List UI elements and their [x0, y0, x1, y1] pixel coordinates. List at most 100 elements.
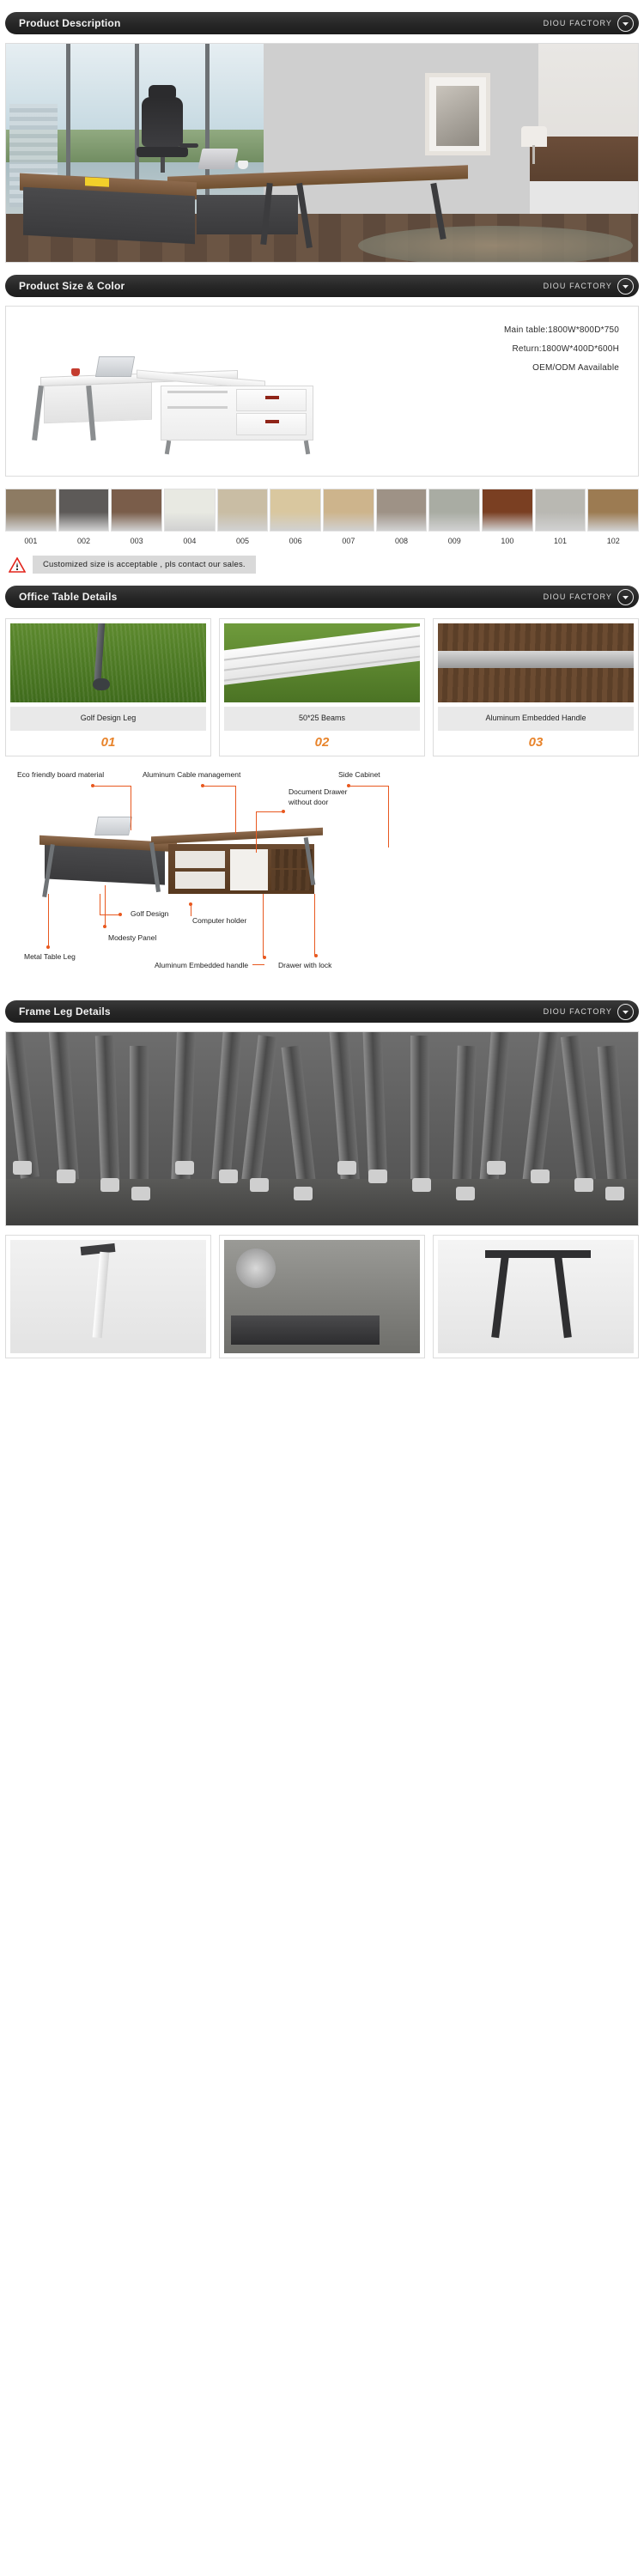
cabinet-foot — [303, 440, 311, 455]
product-detail-page: Product Description DIOU FACTORY Product… — [0, 12, 644, 1358]
chair-armrest — [179, 143, 198, 148]
monitor — [94, 817, 132, 835]
detail-card[interactable]: Aluminum Embedded Handle 03 — [433, 618, 639, 756]
color-code-label: 007 — [342, 537, 355, 545]
detail-card[interactable]: 50*25 Beams 02 — [219, 618, 425, 756]
modesty-panel — [45, 844, 165, 885]
customization-note: Customized size is acceptable , pls cont… — [9, 556, 639, 574]
section-title: Product Size & Color — [19, 280, 125, 292]
color-swatch[interactable] — [216, 489, 269, 532]
callout-line — [235, 786, 236, 834]
leg-foot-clip — [175, 1161, 194, 1175]
aluminum-handle — [438, 651, 634, 668]
detail-card-caption: Golf Design Leg — [10, 707, 206, 731]
callout-line — [105, 885, 106, 927]
color-swatch[interactable] — [111, 489, 163, 532]
frame-leg-card[interactable] — [219, 1235, 425, 1358]
section-title: Product Description — [19, 17, 121, 29]
frame-leg-card[interactable] — [433, 1235, 639, 1358]
leg-foot-clip — [57, 1170, 76, 1183]
factory-process-photo — [224, 1240, 420, 1353]
section-header-product-size-color[interactable]: Product Size & Color DIOU FACTORY — [5, 275, 639, 297]
frame-leg-card[interactable] — [5, 1235, 211, 1358]
drawer-handle — [265, 420, 279, 423]
color-swatch[interactable] — [323, 489, 374, 532]
brand-label: DIOU FACTORY — [543, 282, 612, 290]
color-code-row: 001 002 003 004 005 006 007 008 009 100 101 102 — [5, 537, 639, 545]
modesty-panel-return — [23, 186, 195, 245]
chair-back — [142, 97, 183, 147]
cabinet-shelf — [167, 391, 228, 393]
leg-foot-clip — [219, 1170, 238, 1183]
beams-photo — [224, 623, 420, 702]
leg-bracket — [80, 1242, 116, 1256]
frame-leg-right — [554, 1255, 573, 1339]
modesty-panel — [44, 381, 152, 424]
color-code-label: 004 — [183, 537, 197, 545]
spec-oem: OEM/ODM Aavailable — [532, 363, 619, 373]
label-computer-holder: Computer holder — [192, 916, 247, 925]
frame-leg-card-row — [5, 1235, 639, 1358]
chevron-down-icon[interactable] — [617, 277, 634, 295]
metal-leg-bar — [6, 1032, 39, 1179]
color-swatch[interactable] — [5, 489, 57, 532]
color-swatch[interactable] — [587, 489, 640, 532]
white-desk-illustration — [15, 341, 495, 470]
color-swatch-row — [5, 489, 640, 532]
spec-main-table: Main table:1800W*800D*750 — [504, 325, 619, 335]
leg-foot-clip — [100, 1178, 119, 1192]
color-swatch[interactable] — [534, 489, 586, 532]
color-code-label: 008 — [395, 537, 409, 545]
color-swatch[interactable] — [58, 489, 110, 532]
red-cup — [71, 368, 80, 376]
callout-line — [263, 894, 264, 957]
white-leg-photo — [10, 1240, 206, 1353]
section-header-office-table-details[interactable]: Office Table Details DIOU FACTORY — [5, 586, 639, 608]
callout-line — [314, 894, 315, 956]
color-swatch[interactable] — [164, 489, 216, 532]
label-document-drawer: Document Drawer — [289, 787, 348, 796]
callout-line — [388, 786, 389, 848]
open-shelf — [175, 851, 225, 868]
chevron-down-icon[interactable] — [617, 15, 634, 32]
desk-leg — [32, 385, 44, 441]
drawer-handle — [265, 396, 279, 399]
callout-line — [93, 786, 131, 787]
modesty-panel-main — [197, 195, 298, 234]
color-swatch-section: 001 002 003 004 005 006 007 008 009 100 101 102 — [5, 489, 640, 545]
callout-line — [100, 914, 120, 915]
color-code-label: 100 — [501, 537, 514, 545]
section-header-product-description[interactable]: Product Description DIOU FACTORY — [5, 12, 639, 34]
product-size-panel: Main table:1800W*800D*750 Return:1800W*4… — [5, 306, 639, 477]
spec-return: Return:1800W*400D*600H — [512, 344, 619, 354]
color-swatch[interactable] — [375, 489, 428, 532]
callout-line — [349, 786, 388, 787]
spec-list: Main table:1800W*800D*750 Return:1800W*4… — [504, 325, 619, 382]
desk-main-top — [151, 827, 323, 845]
color-swatch[interactable] — [482, 489, 533, 532]
chevron-down-icon[interactable] — [617, 588, 634, 605]
label-aluminum-embedded-handle: Aluminum Embedded handle — [155, 961, 249, 969]
color-swatch[interactable] — [428, 489, 481, 532]
cabinet-door — [230, 849, 268, 890]
monitor — [94, 356, 136, 377]
metal-leg-bar — [477, 1032, 512, 1203]
label-aluminum-cable-management: Aluminum Cable management — [143, 770, 241, 779]
laptop-screen — [197, 149, 239, 169]
cabinet-drawer — [236, 413, 307, 435]
color-code-label: 101 — [554, 537, 568, 545]
color-code-label: 002 — [76, 537, 91, 545]
chevron-down-icon[interactable] — [617, 1003, 634, 1020]
wall-art-frame — [425, 73, 490, 155]
leg-foot — [92, 678, 110, 690]
grass-background — [10, 623, 206, 702]
chair-post — [161, 157, 165, 173]
section-header-frame-leg-details[interactable]: Frame Leg Details DIOU FACTORY — [5, 1000, 639, 1023]
frame-leg-panel — [5, 1031, 639, 1226]
label-golf-design: Golf Design — [131, 909, 169, 918]
black-frame-photo — [438, 1240, 634, 1353]
detail-card[interactable]: Golf Design Leg 01 — [5, 618, 211, 756]
metal-leg-bar — [210, 1032, 243, 1189]
label-metal-table-leg: Metal Table Leg — [24, 952, 76, 961]
color-swatch[interactable] — [270, 489, 322, 532]
